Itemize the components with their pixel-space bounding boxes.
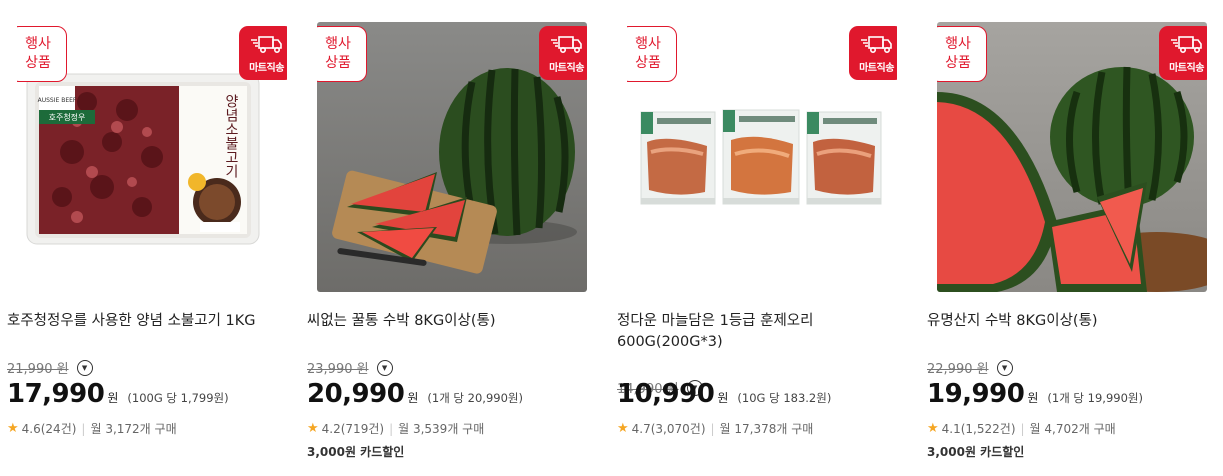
original-price: 22,990 원 <box>927 362 989 377</box>
sale-price: 17,990 <box>7 379 105 409</box>
event-badge-line2: 상품 <box>325 55 351 71</box>
event-badge-line1: 행사 <box>25 36 51 52</box>
mart-delivery-label: 마트직송 <box>1169 63 1204 74</box>
currency: 원 <box>107 391 119 405</box>
event-badge-line1: 행사 <box>945 36 971 52</box>
truck-icon <box>550 36 582 54</box>
event-badge-line2: 상품 <box>25 55 51 71</box>
event-badge: 행사 상품 <box>937 26 987 82</box>
product-image[interactable]: 행사 상품 마트직송 <box>937 22 1207 292</box>
event-badge-line2: 상품 <box>635 55 661 71</box>
unit-price: (1개 당 19,990원) <box>1047 391 1143 405</box>
product-title[interactable]: 정다운 마늘담은 1등급 훈제오리 600G(200G*3) <box>617 311 907 353</box>
original-price: 21,990 원 <box>7 362 69 377</box>
star-icon: ★ <box>307 421 319 436</box>
currency: 원 <box>407 391 419 405</box>
monthly-purchase: 월 4,702개 구매 <box>1029 422 1116 436</box>
truck-icon <box>1170 36 1202 54</box>
divider: | <box>81 421 86 436</box>
divider: | <box>389 421 394 436</box>
sale-price-row: 17,990 원 (100G 당 1,799원) <box>7 379 229 409</box>
product-title[interactable]: 유명산지 수박 8KG이상(통) <box>927 311 1217 332</box>
unit-price: (1개 당 20,990원) <box>427 391 523 405</box>
sale-price-row: 19,990 원 (1개 당 19,990원) <box>927 379 1143 409</box>
star-icon: ★ <box>617 421 629 436</box>
mart-delivery-label: 마트직송 <box>549 63 584 74</box>
original-price-row: 22,990 원 ▼ <box>927 358 1013 377</box>
event-badge: 행사 상품 <box>17 26 67 82</box>
product-card[interactable]: 행사 상품 마트직송 유명산지 수박 8KG이상(통) 22,990 원 ▼ 1… <box>927 22 1207 459</box>
event-badge: 행사 상품 <box>627 26 677 82</box>
package-brand-text: AUSSIE BEEF <box>38 97 77 104</box>
sale-price: 20,990 <box>307 379 405 409</box>
rating: 4.6(24건) <box>21 422 77 436</box>
mart-delivery-badge: 마트직송 <box>1159 26 1207 80</box>
card-discount: 3,000원 카드할인 <box>307 445 405 459</box>
package-origin-text: 호주청정우 <box>49 112 86 122</box>
mart-delivery-label: 마트직송 <box>859 63 894 74</box>
event-badge: 행사 상품 <box>317 26 367 82</box>
product-card[interactable]: AUSSIE BEEF 호주청정우 양념소불고기 행사 상품 마트직송 호주청정… <box>7 22 287 436</box>
divider: | <box>1020 421 1025 436</box>
monthly-purchase: 월 3,539개 구매 <box>398 422 485 436</box>
event-badge-line2: 상품 <box>945 55 971 71</box>
chevron-down-icon[interactable]: ▼ <box>996 359 1013 376</box>
product-title[interactable]: 씨없는 꿀통 수박 8KG이상(통) <box>307 311 597 332</box>
divider: | <box>710 421 715 436</box>
rating-row: ★ 4.6(24건) | 월 3,172개 구매 <box>7 420 177 437</box>
sale-price-row: 10,990 원 (10G 당 183.2원) <box>617 379 831 409</box>
product-card[interactable]: 행사 상품 마트직송 정다운 마늘담은 1등급 훈제오리 600G(200G*3… <box>617 22 897 436</box>
rating: 4.7(3,070건) <box>631 422 706 436</box>
rating-row: ★ 4.1(1,522건) | 월 4,702개 구매 <box>927 420 1116 437</box>
chevron-down-icon[interactable]: ▼ <box>376 359 393 376</box>
mart-delivery-badge: 마트직송 <box>239 26 287 80</box>
mart-delivery-badge: 마트직송 <box>849 26 897 80</box>
product-card[interactable]: 행사 상품 마트직송 씨없는 꿀통 수박 8KG이상(통) 23,990 원 ▼… <box>307 22 587 459</box>
mart-delivery-label: 마트직송 <box>249 63 284 74</box>
monthly-purchase: 월 3,172개 구매 <box>90 422 177 436</box>
star-icon: ★ <box>7 421 19 436</box>
product-image[interactable]: 행사 상품 마트직송 <box>317 22 587 292</box>
card-discount: 3,000원 카드할인 <box>927 445 1025 459</box>
rating-row: ★ 4.7(3,070건) | 월 17,378개 구매 <box>617 420 813 437</box>
currency: 원 <box>717 391 729 405</box>
event-badge-line1: 행사 <box>635 36 661 52</box>
sale-price-row: 20,990 원 (1개 당 20,990원) <box>307 379 523 409</box>
rating-row: ★ 4.2(719건) | 월 3,539개 구매 <box>307 420 484 437</box>
rating: 4.1(1,522건) <box>941 422 1016 436</box>
event-badge-line1: 행사 <box>325 36 351 52</box>
product-title[interactable]: 호주청정우를 사용한 양념 소불고기 1KG <box>7 311 297 332</box>
original-price: 23,990 원 <box>307 362 369 377</box>
product-image[interactable]: 행사 상품 마트직송 <box>627 22 897 292</box>
star-icon: ★ <box>927 421 939 436</box>
unit-price: (10G 당 183.2원) <box>737 391 832 405</box>
product-image[interactable]: AUSSIE BEEF 호주청정우 양념소불고기 행사 상품 마트직송 <box>17 22 287 292</box>
mart-delivery-badge: 마트직송 <box>539 26 587 80</box>
rating: 4.2(719건) <box>321 422 385 436</box>
currency: 원 <box>1027 391 1039 405</box>
truck-icon <box>860 36 892 54</box>
unit-price: (100G 당 1,799원) <box>127 391 229 405</box>
package-product-text: 양념소불고기 <box>223 94 239 178</box>
original-price-row: 21,990 원 ▼ <box>7 358 93 377</box>
truck-icon <box>250 36 282 54</box>
monthly-purchase: 월 17,378개 구매 <box>719 422 814 436</box>
chevron-down-icon[interactable]: ▼ <box>76 359 93 376</box>
sale-price: 19,990 <box>927 379 1025 409</box>
original-price-row: 23,990 원 ▼ <box>307 358 393 377</box>
sale-price: 10,990 <box>617 379 715 409</box>
